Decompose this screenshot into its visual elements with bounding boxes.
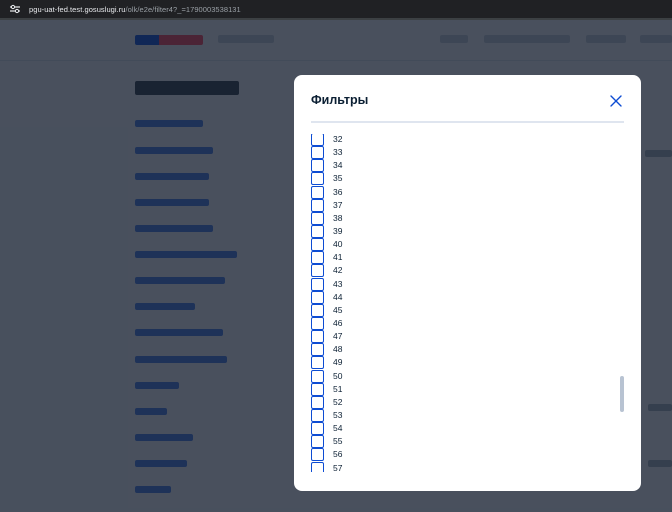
filter-checkbox[interactable] [311,316,324,330]
filter-checkbox[interactable] [311,343,324,357]
filter-option[interactable]: 53 [310,408,610,422]
filter-option-label: 38 [333,212,343,223]
url-text[interactable]: pgu-uat-fed.test.gosuslugi.ru/olk/e2e/fi… [29,5,241,14]
filter-option[interactable]: 47 [310,330,610,344]
filter-checkbox[interactable] [311,382,324,396]
filter-option[interactable]: 39 [310,224,610,238]
filter-option[interactable]: 42 [310,264,610,278]
filter-option-label: 46 [333,317,343,328]
filter-option[interactable]: 32 [310,134,610,146]
filter-option-label: 42 [333,265,343,276]
filter-option-label: 44 [333,291,343,302]
filter-checkbox[interactable] [311,134,324,146]
scrollbar[interactable] [620,134,624,472]
filter-option[interactable]: 51 [310,382,610,396]
filter-checkbox[interactable] [311,159,324,173]
browser-address-bar[interactable]: pgu-uat-fed.test.gosuslugi.ru/olk/e2e/fi… [0,0,672,18]
filter-option[interactable]: 35 [310,172,610,186]
filter-checkbox[interactable] [311,185,324,199]
filter-option-label: 48 [333,344,343,355]
filter-option[interactable]: 33 [310,146,610,160]
filter-option[interactable]: 45 [310,303,610,317]
filter-option[interactable]: 41 [310,251,610,265]
close-button[interactable] [609,94,623,108]
filter-option-label: 35 [333,173,343,184]
filter-checkbox[interactable] [311,461,324,472]
filter-option-label: 33 [333,147,343,158]
url-path: /olk/e2e/filter4?_=1790003538131 [125,4,241,14]
filter-option[interactable]: 34 [310,159,610,173]
filter-checkbox[interactable] [311,172,324,186]
filter-checkbox[interactable] [311,369,324,383]
filter-option[interactable]: 38 [310,211,610,225]
filter-option[interactable]: 56 [310,448,610,462]
filter-option-label: 56 [333,449,343,460]
filter-checkbox[interactable] [311,303,324,317]
filter-option[interactable]: 57 [310,461,610,472]
filter-option-label: 39 [333,225,343,236]
filter-options-scroll: 32 33 34 35 36 37 38 39 40 41 42 43 44 45 46 47 48 49 50 51… [310,134,610,472]
filter-option[interactable]: 37 [310,198,610,212]
filter-option[interactable]: 49 [310,356,610,370]
filter-option[interactable]: 36 [310,185,610,199]
filter-option-label: 49 [333,357,343,368]
filter-option[interactable]: 40 [310,238,610,252]
filter-options-list[interactable]: 32 33 34 35 36 37 38 39 40 41 42 43 44 45 46 47 48 49 50 51… [310,134,610,472]
filter-option-label: 55 [333,436,343,447]
filter-checkbox[interactable] [311,277,324,291]
filters-modal: Фильтры 32 33 34 35 36 37 38 39 40 41 42 43 44 45 46 47… [294,75,641,491]
filter-option-label: 37 [333,199,343,210]
filter-checkbox[interactable] [311,356,324,370]
filter-checkbox[interactable] [311,330,324,344]
filter-option-label: 41 [333,252,343,263]
modal-title: Фильтры [311,93,369,107]
filter-checkbox[interactable] [311,290,324,304]
filter-option-label: 32 [333,134,343,144]
filter-checkbox[interactable] [311,435,324,449]
filter-checkbox[interactable] [311,408,324,422]
filter-option-label: 45 [333,304,343,315]
filter-checkbox[interactable] [311,448,324,462]
scrollbar-thumb[interactable] [620,376,624,412]
filter-checkbox[interactable] [311,238,324,252]
filter-option-label: 51 [333,383,343,394]
filter-option[interactable]: 55 [310,435,610,449]
filter-checkbox[interactable] [311,224,324,238]
filter-checkbox[interactable] [311,422,324,436]
filter-option-label: 40 [333,239,343,250]
filter-option[interactable]: 43 [310,277,610,291]
filter-option[interactable]: 46 [310,316,610,330]
url-domain: pgu-uat-fed.test.gosuslugi.ru [29,4,126,14]
filter-checkbox[interactable] [311,395,324,409]
modal-divider [311,121,624,123]
filter-option-label: 52 [333,396,343,407]
filter-checkbox[interactable] [311,251,324,265]
site-settings-icon[interactable] [8,3,22,15]
filter-option-label: 43 [333,278,343,289]
filter-checkbox[interactable] [311,264,324,278]
filter-option[interactable]: 44 [310,290,610,304]
filter-option-label: 36 [333,186,343,197]
filter-checkbox[interactable] [311,211,324,225]
filter-checkbox[interactable] [311,198,324,212]
filter-option[interactable]: 48 [310,343,610,357]
filter-option-label: 47 [333,331,343,342]
filter-option[interactable]: 52 [310,395,610,409]
filter-option-label: 53 [333,409,343,420]
filter-option-label: 34 [333,160,343,171]
filter-option[interactable]: 54 [310,422,610,436]
close-icon[interactable] [609,94,623,108]
filter-option-label: 57 [333,462,343,472]
filter-option[interactable]: 50 [310,369,610,383]
filter-option-label: 50 [333,370,343,381]
filter-checkbox[interactable] [311,146,324,160]
filter-option-label: 54 [333,423,343,434]
